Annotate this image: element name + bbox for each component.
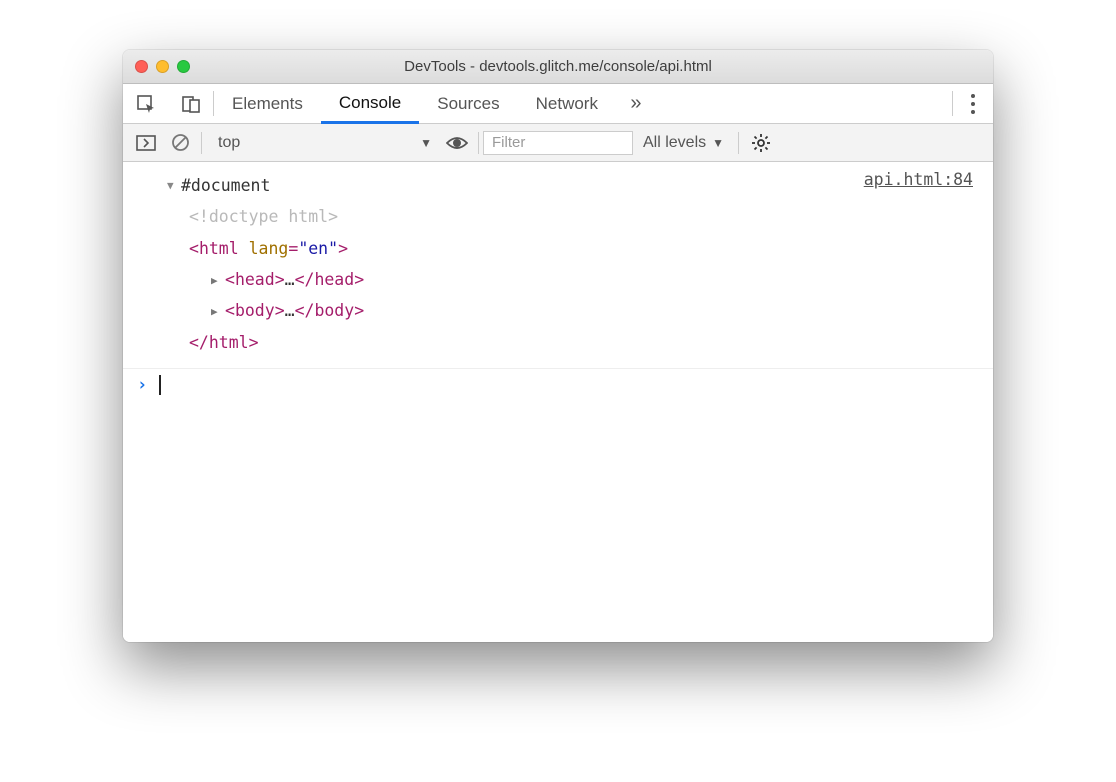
minimize-window-button[interactable] [156,60,169,73]
log-level-selector[interactable]: All levels ▼ [633,134,734,152]
tab-sources[interactable]: Sources [419,84,517,123]
source-link[interactable]: api.html:84 [864,170,973,189]
tab-elements[interactable]: Elements [214,84,321,123]
dropdown-caret-icon: ▼ [712,136,724,150]
inspect-element-icon[interactable] [123,84,168,123]
tab-console[interactable]: Console [321,84,419,124]
disclosure-triangle-open-icon[interactable] [167,170,181,201]
log-level-label: All levels [643,134,706,152]
console-prompt[interactable]: › [123,369,993,401]
console-message: api.html:84 #document <!doctype html> <h… [123,162,993,369]
zoom-window-button[interactable] [177,60,190,73]
filter-input[interactable] [483,131,633,155]
tab-network[interactable]: Network [518,84,616,123]
dom-node-body[interactable]: <body>…</body> [167,295,973,326]
dom-node-html-close[interactable]: </html> [167,327,973,358]
titlebar: DevTools - devtools.glitch.me/console/ap… [123,50,993,84]
console-settings-icon[interactable] [743,133,779,153]
close-window-button[interactable] [135,60,148,73]
execution-context-label: top [218,134,240,152]
divider [738,132,739,154]
console-toolbar: top ▼ All levels ▼ [123,124,993,162]
clear-console-icon[interactable] [163,133,197,152]
text-cursor [159,375,161,395]
dom-node-document[interactable]: #document [167,170,973,201]
tabs: Elements Console Sources Network [214,84,616,123]
live-expression-icon[interactable] [440,136,474,150]
disclosure-triangle-closed-icon[interactable] [211,295,225,326]
divider [201,132,202,154]
divider [478,132,479,154]
dom-node-html-open[interactable]: <html lang="en"> [167,233,973,264]
prompt-caret-icon: › [137,375,147,395]
settings-menu-icon[interactable] [953,84,993,123]
window-traffic-lights [135,60,190,73]
execution-context-selector[interactable]: top ▼ [210,132,440,154]
dom-node-head[interactable]: <head>…</head> [167,264,973,295]
dropdown-caret-icon: ▼ [420,136,432,150]
device-toolbar-icon[interactable] [168,84,213,123]
main-tab-bar: Elements Console Sources Network » [123,84,993,124]
devtools-window: DevTools - devtools.glitch.me/console/ap… [123,50,993,642]
window-title: DevTools - devtools.glitch.me/console/ap… [123,58,993,75]
disclosure-triangle-closed-icon[interactable] [211,264,225,295]
dom-node-doctype[interactable]: <!doctype html> [167,201,973,232]
console-output: api.html:84 #document <!doctype html> <h… [123,162,993,642]
more-tabs-icon[interactable]: » [616,84,656,123]
toggle-console-sidebar-icon[interactable] [129,135,163,151]
